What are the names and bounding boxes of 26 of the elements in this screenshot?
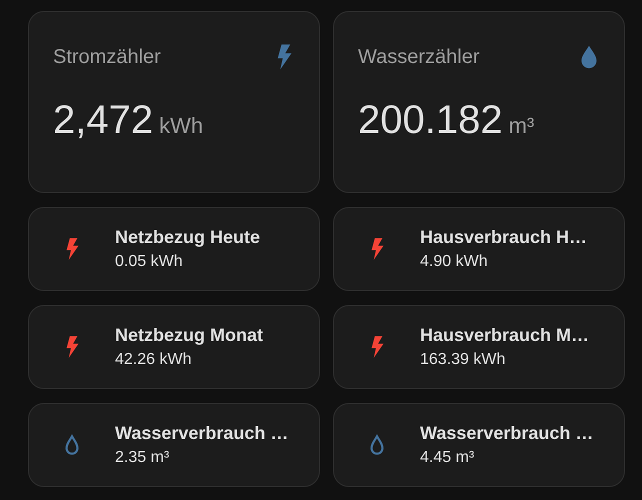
sensor-name: Hausverbrauch M… bbox=[420, 325, 590, 346]
sensor-tile[interactable]: Hausverbrauch M… 163.39 kWh bbox=[333, 305, 625, 389]
sensor-name: Netzbezug Heute bbox=[115, 227, 260, 248]
sensor-state: 4.45 m³ bbox=[420, 449, 476, 467]
sensor-tile[interactable]: Netzbezug Monat 42.26 kWh bbox=[28, 305, 320, 389]
sensor-name: Hausverbrauch H… bbox=[420, 227, 588, 248]
sensor-state: 42.26 kWh bbox=[115, 351, 192, 369]
sensor-state: 0.05 kWh bbox=[115, 253, 184, 271]
sensor-state: 163.39 kWh bbox=[420, 351, 506, 369]
sensor-state: 2.35 m³ bbox=[115, 449, 170, 467]
meter-card[interactable]: Stromzähler 2,472 kWh bbox=[28, 11, 320, 193]
meter-title: Stromzähler bbox=[53, 46, 161, 68]
meter-unit: m³ bbox=[508, 113, 534, 139]
sensor-name: Wasserverbrauch … bbox=[420, 423, 594, 444]
sensor-name: Netzbezug Monat bbox=[115, 325, 263, 346]
meter-value: 200.182 bbox=[358, 98, 503, 143]
meter-unit: kWh bbox=[159, 113, 204, 139]
meter-value: 2,472 bbox=[53, 98, 154, 143]
meter-card[interactable]: Wasserzähler 200.182 m³ bbox=[333, 11, 625, 193]
sensor-name: Wasserverbrauch … bbox=[115, 423, 288, 444]
sensor-tile[interactable]: Netzbezug Heute 0.05 kWh bbox=[28, 207, 320, 291]
sensor-tile[interactable]: Wasserverbrauch … 4.45 m³ bbox=[333, 403, 625, 487]
meter-title: Wasserzähler bbox=[358, 46, 480, 68]
sensor-state: 4.90 kWh bbox=[420, 253, 489, 271]
sensor-tile[interactable]: Hausverbrauch H… 4.90 kWh bbox=[333, 207, 625, 291]
sensor-tile[interactable]: Wasserverbrauch … 2.35 m³ bbox=[28, 403, 320, 487]
